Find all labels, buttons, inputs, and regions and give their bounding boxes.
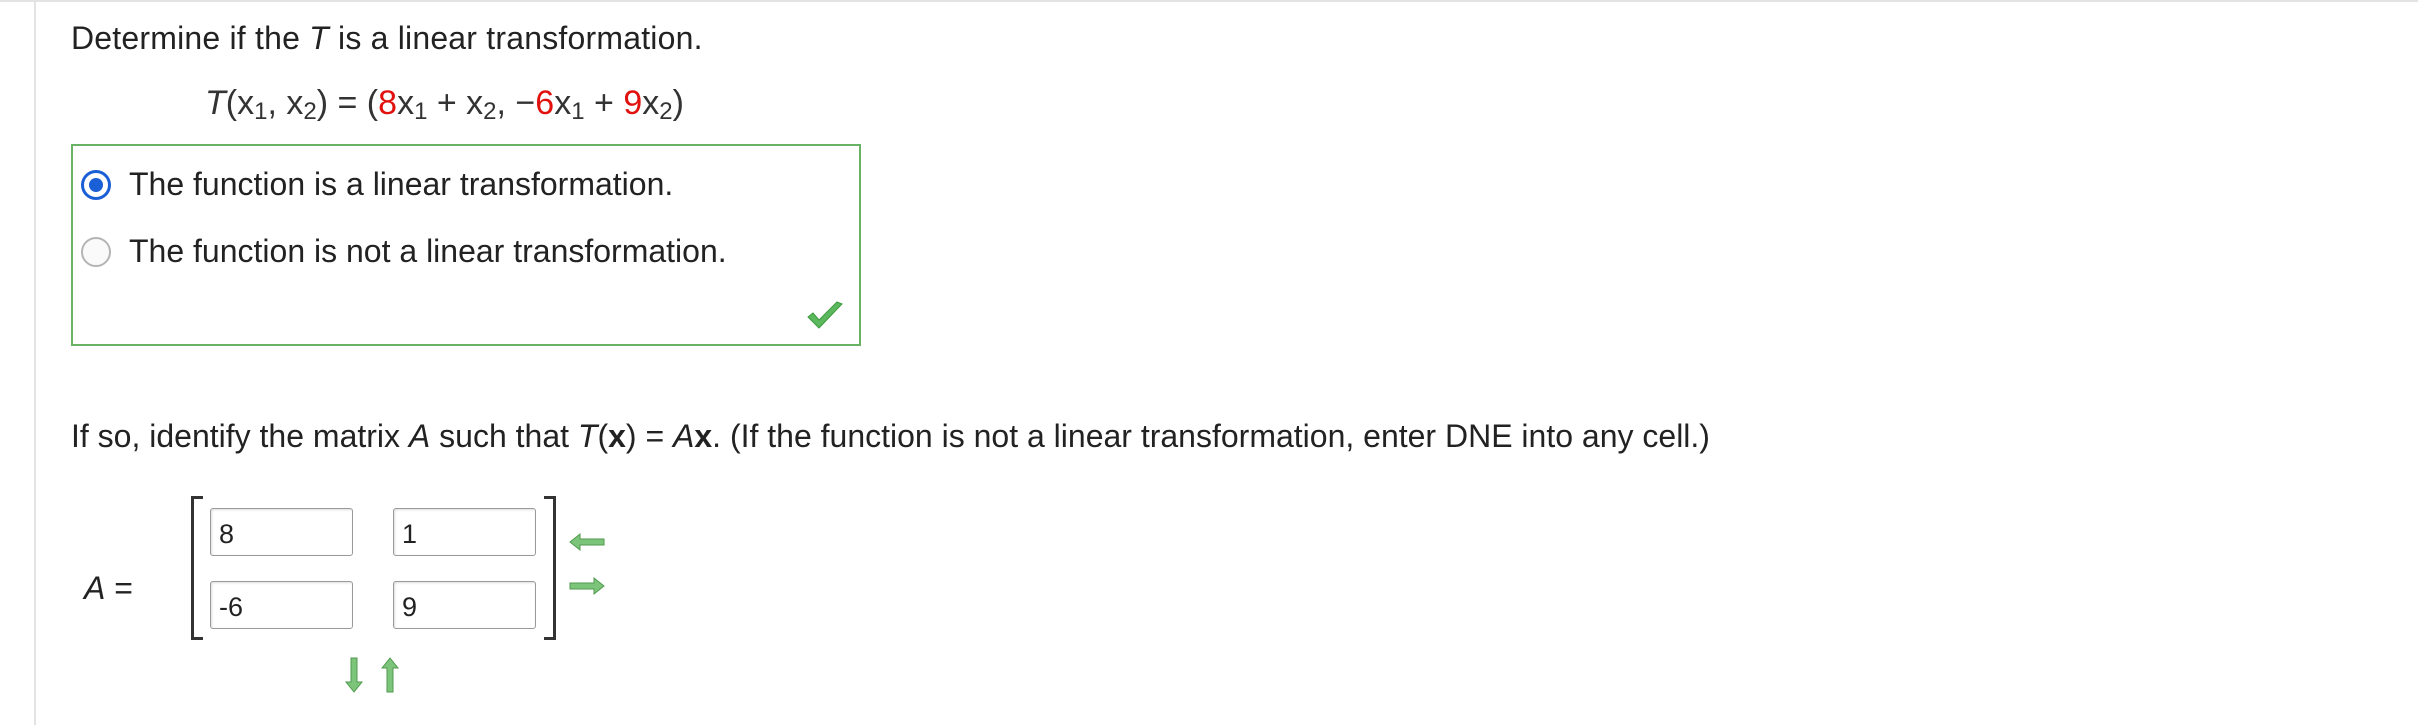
page: Determine if the T is a linear transform… <box>0 0 2418 725</box>
remove-row-arrow-icon[interactable] <box>380 656 400 694</box>
eq-equals: = ( <box>328 84 379 122</box>
eq-sub1: 1 <box>254 98 268 125</box>
prompt-part2: such that <box>430 418 578 454</box>
add-row-arrow-icon[interactable] <box>344 656 364 694</box>
prompt-T: T <box>577 418 598 454</box>
eq-coef-a11: 8 <box>378 84 398 122</box>
eq-coef-a21: 6 <box>535 84 555 122</box>
prompt-part5: . (If the function is not a linear trans… <box>712 418 1710 454</box>
eq-comma2: , − <box>496 84 536 122</box>
prompt-x2: x <box>694 418 713 454</box>
eq-sub1a: 1 <box>414 98 428 125</box>
answer-choice-box: The function is a linear transformation.… <box>71 144 861 346</box>
add-column-arrow-icon[interactable] <box>568 576 606 596</box>
prompt-A2: A <box>673 418 695 454</box>
matrix-prompt: If so, identify the matrix A such that T… <box>71 418 1710 455</box>
question-text: Determine if the T is a linear transform… <box>71 20 703 57</box>
question-var: T <box>309 20 329 56</box>
checkmark-icon <box>807 301 843 329</box>
prompt-part4: ) = <box>625 418 674 454</box>
matrix-label: A = <box>84 570 133 607</box>
matrix-right-bracket <box>544 496 556 640</box>
option-linear-label: The function is a linear transformation. <box>129 166 674 202</box>
eq-x2b: x <box>642 84 660 122</box>
remove-column-arrow-icon[interactable] <box>568 532 606 552</box>
eq-sub1b: 1 <box>571 98 585 125</box>
left-divider <box>34 2 36 725</box>
matrix-cell-1-1[interactable] <box>210 508 353 556</box>
question-prefix: Determine if the <box>71 20 310 56</box>
eq-T: T <box>205 84 226 122</box>
eq-plus1: + x <box>427 84 484 122</box>
prompt-x: x <box>608 418 626 454</box>
top-divider <box>0 0 2418 2</box>
option-not-linear-label: The function is not a linear transformat… <box>129 233 727 269</box>
eq-coef-a22: 9 <box>623 84 643 122</box>
radio-unselected-icon[interactable] <box>81 236 111 267</box>
eq-x1a: x <box>397 84 415 122</box>
eq-sub2: 2 <box>303 98 317 125</box>
eq-sub2a: 2 <box>483 98 497 125</box>
matrix-left-bracket <box>191 496 203 640</box>
matrix-cell-2-2[interactable] <box>393 581 536 629</box>
eq-comma: , x <box>267 84 304 122</box>
eq-open: (x <box>225 84 255 122</box>
matrix-label-var: A <box>84 570 106 606</box>
option-not-linear[interactable]: The function is not a linear transformat… <box>81 233 727 270</box>
prompt-A: A <box>408 418 431 454</box>
radio-selected-icon[interactable] <box>81 169 111 200</box>
eq-plus2: + <box>584 84 624 122</box>
option-linear[interactable]: The function is a linear transformation. <box>81 166 673 203</box>
matrix-cell-2-1[interactable] <box>210 581 353 629</box>
matrix-label-eq: = <box>105 570 133 606</box>
eq-close: ) <box>316 84 329 122</box>
eq-sub2b: 2 <box>659 98 673 125</box>
matrix-cell-1-2[interactable] <box>393 508 536 556</box>
prompt-part3: ( <box>597 418 609 454</box>
prompt-part1: If so, identify the matrix <box>71 418 409 454</box>
eq-end: ) <box>672 84 684 122</box>
question-suffix: is a linear transformation. <box>328 20 703 56</box>
transformation-equation: T(x1, x2) = (8x1 + x2, −6x1 + 9x2) <box>205 84 684 126</box>
eq-x1b: x <box>554 84 572 122</box>
